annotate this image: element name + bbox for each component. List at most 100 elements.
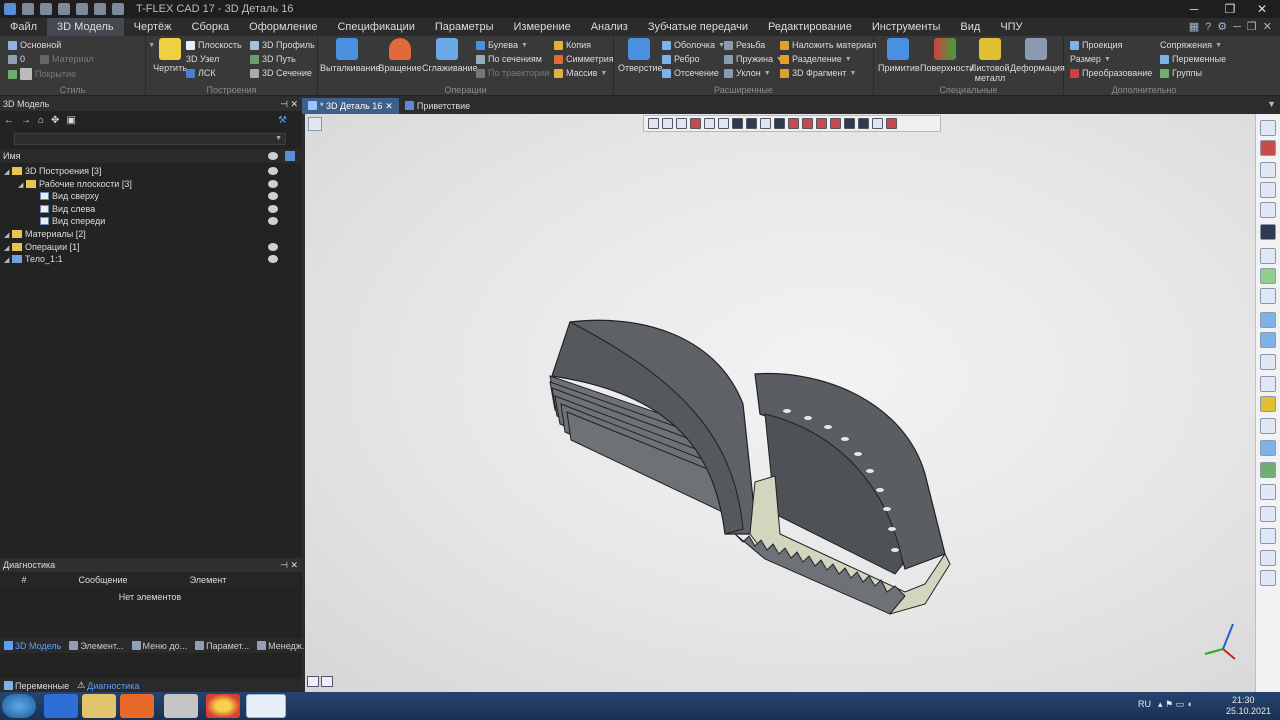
symmetry-button[interactable]: Симметрия bbox=[554, 54, 614, 64]
layer-select[interactable]: Основной ▼ bbox=[8, 40, 155, 50]
menu-view[interactable]: Вид bbox=[950, 18, 990, 36]
maximize-button[interactable]: ❐ bbox=[1212, 0, 1248, 18]
media-icon[interactable] bbox=[120, 694, 154, 718]
tree-item[interactable]: Вид спереди bbox=[0, 215, 300, 227]
menu-specifications[interactable]: Спецификации bbox=[327, 18, 424, 36]
cut-button[interactable]: Отсечение bbox=[662, 68, 719, 78]
panel-tab[interactable]: Парамет... bbox=[191, 641, 253, 651]
slope-button[interactable]: Уклон ▼ bbox=[724, 68, 771, 78]
extrude-button[interactable]: Выталкивание bbox=[320, 38, 380, 73]
projection-button[interactable]: Проекция bbox=[1070, 40, 1122, 50]
render-icon-2[interactable] bbox=[802, 118, 813, 129]
chrome-icon[interactable] bbox=[206, 694, 240, 718]
menu-3d-model[interactable]: 3D Модель bbox=[47, 18, 124, 36]
eye-icon[interactable] bbox=[268, 255, 278, 264]
menu-design[interactable]: Оформление bbox=[239, 18, 327, 36]
ie-icon[interactable] bbox=[44, 694, 78, 718]
explorer-icon[interactable] bbox=[82, 694, 116, 718]
render-icon-6[interactable] bbox=[858, 118, 869, 129]
cancel-icon[interactable] bbox=[718, 118, 729, 129]
tab-document[interactable]: * 3D Деталь 16 ✕ bbox=[302, 97, 399, 114]
level-select[interactable]: 0 bbox=[8, 54, 25, 64]
filter-dropdown[interactable]: ▼ bbox=[14, 133, 286, 145]
eye-icon[interactable] bbox=[268, 217, 278, 226]
start-button[interactable] bbox=[2, 694, 36, 718]
snap-icon[interactable] bbox=[1260, 268, 1276, 284]
panel-tab[interactable]: Меню до... bbox=[128, 641, 192, 651]
tab-welcome[interactable]: Приветствие bbox=[399, 98, 476, 114]
clear-selection-icon[interactable] bbox=[690, 118, 701, 129]
eye-icon[interactable] bbox=[268, 242, 278, 251]
draw-button[interactable]: Чертить bbox=[150, 38, 190, 73]
spring-button[interactable]: Пружина▼ bbox=[724, 54, 783, 64]
tree-item[interactable]: ◢ Тело_1:1 bbox=[0, 253, 300, 265]
tab-variables[interactable]: Переменные bbox=[0, 681, 73, 691]
expand-icon[interactable]: ✥ bbox=[51, 115, 59, 126]
clip-icon[interactable] bbox=[886, 118, 897, 129]
deform-button[interactable]: Деформация bbox=[1010, 38, 1065, 73]
back-icon[interactable]: ← bbox=[4, 115, 14, 126]
thread-button[interactable]: Резьба bbox=[724, 40, 765, 50]
3d-model-view[interactable] bbox=[305, 114, 1255, 692]
menu-parameters[interactable]: Параметры bbox=[425, 18, 504, 36]
shell-button[interactable]: Оболочка ▼ bbox=[662, 40, 725, 50]
eye-icon[interactable] bbox=[268, 167, 278, 175]
tree-item[interactable]: ◢ 3D Построения [3] bbox=[0, 165, 300, 177]
text-icon[interactable] bbox=[1260, 550, 1276, 566]
panel-tab[interactable]: 3D Модель bbox=[0, 641, 65, 651]
menu-drawing[interactable]: Чертёж bbox=[124, 18, 182, 36]
home-icon[interactable]: ⌂ bbox=[38, 115, 44, 126]
lcs-button[interactable]: ЛСК bbox=[186, 68, 216, 78]
menu-cnc[interactable]: ЧПУ bbox=[990, 18, 1032, 36]
new-file-icon[interactable] bbox=[22, 3, 34, 15]
zoom-in-icon[interactable] bbox=[1260, 182, 1276, 198]
tree-item[interactable]: ◢ Операции [1] bbox=[0, 241, 300, 253]
help-icon[interactable]: ? bbox=[1205, 21, 1211, 33]
select-filter-icon[interactable] bbox=[676, 118, 687, 129]
ribbon-restore-icon[interactable]: ❐ bbox=[1247, 20, 1257, 33]
tree-item[interactable]: Вид сверху bbox=[0, 190, 300, 202]
diagnostics-pin-close-icon[interactable]: ⊣ ✕ bbox=[280, 558, 298, 572]
constraints-button[interactable]: Сопряжения ▼ bbox=[1160, 40, 1222, 50]
tree-item[interactable]: Вид слева bbox=[0, 203, 300, 215]
eye-icon[interactable] bbox=[268, 192, 278, 201]
redo-icon[interactable] bbox=[112, 3, 124, 15]
text-2-icon[interactable] bbox=[1260, 570, 1276, 586]
panel-pin-close-icon[interactable]: ⊣ ✕ bbox=[280, 97, 298, 111]
layout-single-icon[interactable] bbox=[307, 676, 319, 687]
gem-icon[interactable] bbox=[1260, 462, 1276, 478]
export-icon[interactable] bbox=[1260, 484, 1276, 500]
image-icon[interactable] bbox=[1260, 506, 1276, 522]
surfaces-button[interactable]: Поверхности bbox=[920, 38, 974, 73]
3d-viewport[interactable] bbox=[305, 114, 1255, 692]
grid-icon[interactable] bbox=[746, 118, 757, 129]
zoom-out-icon[interactable] bbox=[1260, 202, 1276, 218]
open-file-icon[interactable] bbox=[40, 3, 52, 15]
loft-button[interactable]: По сечениям bbox=[476, 54, 542, 64]
boolean-button[interactable]: Булева ▼ bbox=[476, 40, 528, 50]
render-icon-4[interactable] bbox=[830, 118, 841, 129]
dimension-icon[interactable] bbox=[1260, 288, 1276, 304]
shaded-icon[interactable] bbox=[774, 118, 785, 129]
zoom-icon[interactable] bbox=[1260, 162, 1276, 178]
tree-expander-icon[interactable]: ◢ bbox=[4, 255, 12, 267]
close-tab-icon[interactable]: ✕ bbox=[385, 98, 393, 114]
box-icon[interactable] bbox=[1260, 376, 1276, 392]
profile-button[interactable]: 3D Профиль bbox=[250, 40, 315, 50]
lang-indicator[interactable]: RU bbox=[1138, 699, 1151, 709]
undo-icon[interactable] bbox=[94, 3, 106, 15]
coating-select[interactable]: Покрытие bbox=[8, 68, 76, 80]
display-icon[interactable] bbox=[1260, 224, 1276, 240]
path-button[interactable]: 3D Путь bbox=[250, 54, 296, 64]
groups-button[interactable]: Группы bbox=[1160, 68, 1202, 78]
filter-icon[interactable]: ▣ bbox=[66, 115, 75, 126]
window-layout-icon[interactable]: ▦ bbox=[1189, 20, 1199, 33]
save-icon[interactable] bbox=[58, 3, 70, 15]
ribbon-close-icon[interactable]: ✕ bbox=[1263, 20, 1272, 33]
section-plane-icon[interactable] bbox=[1260, 354, 1276, 370]
magnet-icon[interactable] bbox=[1260, 140, 1276, 156]
sheet-metal-button[interactable]: Листовой металл bbox=[970, 38, 1010, 83]
wrench-icon[interactable]: ⚒ bbox=[278, 115, 287, 126]
minimize-button[interactable]: ─ bbox=[1176, 0, 1212, 18]
menu-gears[interactable]: Зубчатые передачи bbox=[638, 18, 758, 36]
